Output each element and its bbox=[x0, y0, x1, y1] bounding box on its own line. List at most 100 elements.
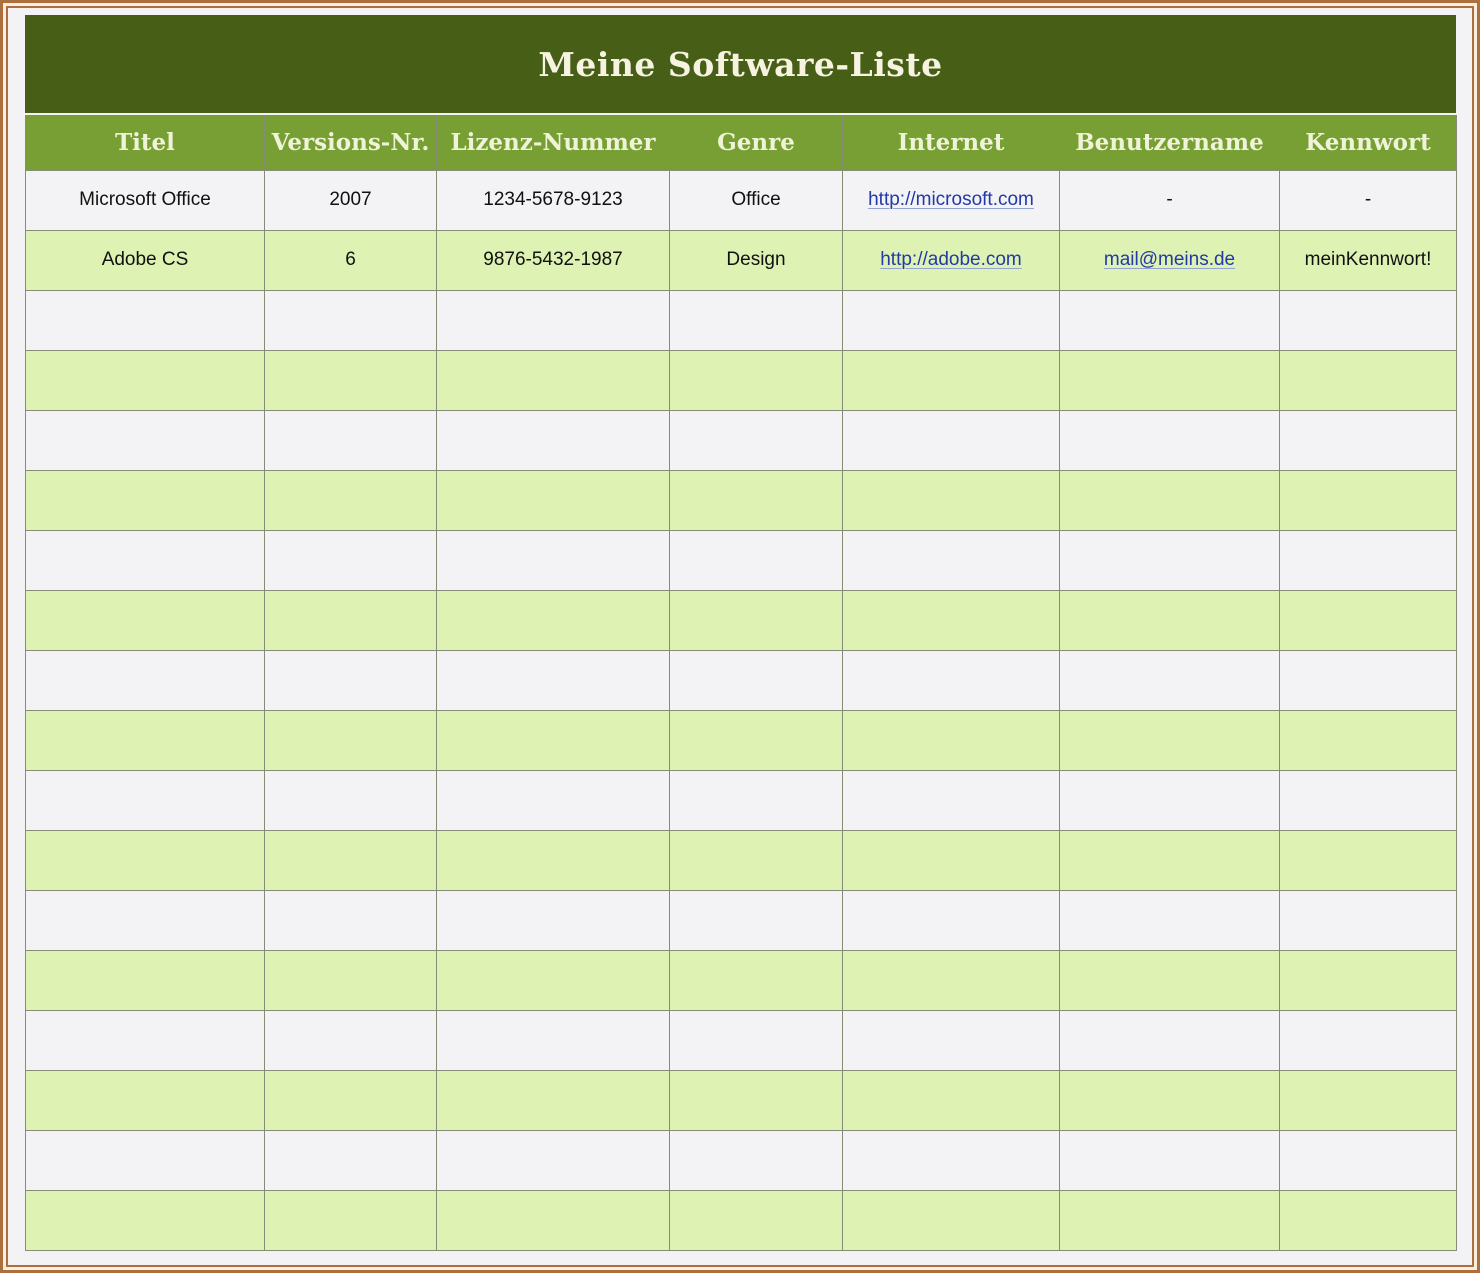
cell-versions-nr[interactable] bbox=[265, 1130, 437, 1190]
cell-internet[interactable] bbox=[843, 1070, 1060, 1130]
cell-genre[interactable] bbox=[670, 890, 843, 950]
cell-benutzername[interactable] bbox=[1060, 710, 1280, 770]
cell-kennwort[interactable] bbox=[1280, 530, 1457, 590]
cell-kennwort[interactable]: meinKennwort! bbox=[1280, 230, 1457, 290]
cell-internet[interactable] bbox=[843, 830, 1060, 890]
cell-versions-nr[interactable]: 2007 bbox=[265, 170, 437, 230]
cell-benutzername[interactable]: mail@meins.de bbox=[1060, 230, 1280, 290]
cell-link[interactable]: mail@meins.de bbox=[1104, 249, 1235, 270]
cell-kennwort[interactable] bbox=[1280, 1130, 1457, 1190]
cell-genre[interactable] bbox=[670, 350, 843, 410]
cell-internet[interactable] bbox=[843, 290, 1060, 350]
cell-titel[interactable] bbox=[26, 1190, 265, 1250]
cell-internet[interactable] bbox=[843, 950, 1060, 1010]
cell-titel[interactable] bbox=[26, 950, 265, 1010]
cell-benutzername[interactable] bbox=[1060, 410, 1280, 470]
cell-kennwort[interactable] bbox=[1280, 290, 1457, 350]
cell-titel[interactable] bbox=[26, 1010, 265, 1070]
cell-lizenz-nummer[interactable] bbox=[437, 830, 670, 890]
cell-versions-nr[interactable] bbox=[265, 350, 437, 410]
cell-genre[interactable] bbox=[670, 1190, 843, 1250]
cell-lizenz-nummer[interactable] bbox=[437, 350, 670, 410]
cell-versions-nr[interactable] bbox=[265, 770, 437, 830]
cell-lizenz-nummer[interactable] bbox=[437, 710, 670, 770]
cell-link[interactable]: http://adobe.com bbox=[880, 249, 1022, 270]
cell-titel[interactable] bbox=[26, 410, 265, 470]
cell-internet[interactable]: http://adobe.com bbox=[843, 230, 1060, 290]
cell-titel[interactable] bbox=[26, 770, 265, 830]
cell-versions-nr[interactable] bbox=[265, 530, 437, 590]
cell-titel[interactable] bbox=[26, 650, 265, 710]
cell-lizenz-nummer[interactable] bbox=[437, 1190, 670, 1250]
cell-titel[interactable] bbox=[26, 350, 265, 410]
cell-titel[interactable] bbox=[26, 1070, 265, 1130]
cell-internet[interactable] bbox=[843, 410, 1060, 470]
cell-genre[interactable] bbox=[670, 770, 843, 830]
cell-versions-nr[interactable] bbox=[265, 410, 437, 470]
cell-versions-nr[interactable] bbox=[265, 470, 437, 530]
cell-lizenz-nummer[interactable]: 1234-5678-9123 bbox=[437, 170, 670, 230]
cell-lizenz-nummer[interactable] bbox=[437, 410, 670, 470]
cell-kennwort[interactable] bbox=[1280, 650, 1457, 710]
cell-versions-nr[interactable] bbox=[265, 830, 437, 890]
cell-lizenz-nummer[interactable] bbox=[437, 890, 670, 950]
cell-titel[interactable] bbox=[26, 1130, 265, 1190]
cell-genre[interactable] bbox=[670, 1130, 843, 1190]
cell-versions-nr[interactable] bbox=[265, 590, 437, 650]
cell-lizenz-nummer[interactable] bbox=[437, 290, 670, 350]
cell-titel[interactable] bbox=[26, 830, 265, 890]
cell-benutzername[interactable] bbox=[1060, 290, 1280, 350]
cell-genre[interactable] bbox=[670, 1010, 843, 1070]
cell-benutzername[interactable] bbox=[1060, 650, 1280, 710]
cell-benutzername[interactable] bbox=[1060, 590, 1280, 650]
cell-genre[interactable] bbox=[670, 650, 843, 710]
cell-titel[interactable] bbox=[26, 590, 265, 650]
cell-kennwort[interactable] bbox=[1280, 470, 1457, 530]
cell-benutzername[interactable] bbox=[1060, 1190, 1280, 1250]
cell-internet[interactable] bbox=[843, 1190, 1060, 1250]
cell-benutzername[interactable] bbox=[1060, 1010, 1280, 1070]
cell-internet[interactable] bbox=[843, 470, 1060, 530]
cell-kennwort[interactable] bbox=[1280, 890, 1457, 950]
cell-benutzername[interactable] bbox=[1060, 830, 1280, 890]
cell-internet[interactable] bbox=[843, 710, 1060, 770]
cell-internet[interactable]: http://microsoft.com bbox=[843, 170, 1060, 230]
cell-kennwort[interactable] bbox=[1280, 950, 1457, 1010]
cell-kennwort[interactable] bbox=[1280, 350, 1457, 410]
cell-lizenz-nummer[interactable] bbox=[437, 650, 670, 710]
cell-genre[interactable] bbox=[670, 710, 843, 770]
cell-lizenz-nummer[interactable] bbox=[437, 1070, 670, 1130]
cell-genre[interactable] bbox=[670, 530, 843, 590]
cell-genre[interactable] bbox=[670, 410, 843, 470]
cell-versions-nr[interactable] bbox=[265, 1190, 437, 1250]
cell-genre[interactable] bbox=[670, 1070, 843, 1130]
cell-genre[interactable]: Design bbox=[670, 230, 843, 290]
cell-versions-nr[interactable] bbox=[265, 1070, 437, 1130]
cell-kennwort[interactable] bbox=[1280, 590, 1457, 650]
cell-titel[interactable]: Adobe CS bbox=[26, 230, 265, 290]
cell-internet[interactable] bbox=[843, 770, 1060, 830]
cell-kennwort[interactable] bbox=[1280, 710, 1457, 770]
cell-versions-nr[interactable] bbox=[265, 950, 437, 1010]
cell-versions-nr[interactable] bbox=[265, 650, 437, 710]
cell-genre[interactable] bbox=[670, 590, 843, 650]
cell-benutzername[interactable] bbox=[1060, 770, 1280, 830]
cell-internet[interactable] bbox=[843, 650, 1060, 710]
cell-benutzername[interactable]: - bbox=[1060, 170, 1280, 230]
cell-kennwort[interactable] bbox=[1280, 1070, 1457, 1130]
cell-internet[interactable] bbox=[843, 530, 1060, 590]
cell-internet[interactable] bbox=[843, 590, 1060, 650]
cell-kennwort[interactable] bbox=[1280, 830, 1457, 890]
cell-titel[interactable] bbox=[26, 290, 265, 350]
cell-kennwort[interactable] bbox=[1280, 410, 1457, 470]
cell-titel[interactable] bbox=[26, 470, 265, 530]
cell-versions-nr[interactable]: 6 bbox=[265, 230, 437, 290]
cell-lizenz-nummer[interactable] bbox=[437, 770, 670, 830]
cell-kennwort[interactable] bbox=[1280, 1010, 1457, 1070]
cell-lizenz-nummer[interactable] bbox=[437, 530, 670, 590]
cell-lizenz-nummer[interactable]: 9876-5432-1987 bbox=[437, 230, 670, 290]
cell-lizenz-nummer[interactable] bbox=[437, 1130, 670, 1190]
cell-benutzername[interactable] bbox=[1060, 1130, 1280, 1190]
cell-genre[interactable]: Office bbox=[670, 170, 843, 230]
cell-benutzername[interactable] bbox=[1060, 470, 1280, 530]
